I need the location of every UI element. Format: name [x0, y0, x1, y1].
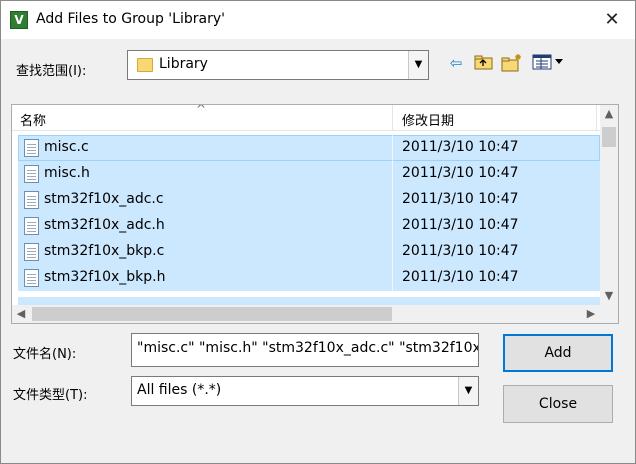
file-date: 2011/3/10 10:47 [402, 165, 519, 181]
file-list[interactable]: ^ 名称 修改日期 misc.c 2011/3/10 10:47 misc.h … [11, 104, 619, 324]
scroll-down-icon[interactable]: ▼ [600, 287, 618, 305]
row-divider [392, 135, 393, 161]
file-date: 2011/3/10 10:47 [402, 269, 519, 285]
look-in-label: 查找范围(I): [16, 64, 87, 79]
column-header-modified[interactable]: 修改日期 [402, 110, 454, 129]
scroll-left-icon[interactable]: ◀ [12, 305, 30, 323]
file-icon [24, 191, 39, 209]
filename-value: "misc.c" "misc.h" "stm32f10x_adc.c" "stm… [137, 340, 478, 356]
horizontal-scrollbar[interactable]: ◀ ▶ [12, 305, 600, 323]
chevron-down-icon[interactable]: ▼ [408, 51, 428, 79]
row-divider [392, 213, 393, 239]
file-name: stm32f10x_adc.c [44, 191, 164, 207]
vertical-scrollbar[interactable]: ▲ ▼ [600, 105, 618, 305]
table-row[interactable]: misc.c 2011/3/10 10:47 [18, 135, 600, 161]
filetype-value: All files (*.*) [137, 382, 222, 398]
title-bar: V Add Files to Group 'Library' ✕ [1, 1, 635, 39]
vertical-scroll-thumb[interactable] [602, 127, 616, 147]
scrollbar-corner [600, 305, 618, 323]
filename-input[interactable]: "misc.c" "misc.h" "stm32f10x_adc.c" "stm… [131, 333, 479, 367]
file-icon [24, 243, 39, 261]
table-row[interactable]: stm32f10x_bkp.h 2011/3/10 10:47 [18, 265, 600, 291]
file-date: 2011/3/10 10:47 [402, 243, 519, 259]
keil-app-icon: V [10, 11, 28, 29]
file-date: 2011/3/10 10:47 [402, 139, 519, 155]
up-folder-icon[interactable] [473, 53, 495, 73]
file-icon [24, 139, 39, 157]
file-name: stm32f10x_bkp.c [44, 243, 165, 259]
look-in-value: Library [159, 56, 208, 72]
close-window-button[interactable]: ✕ [597, 8, 627, 32]
file-date: 2011/3/10 10:47 [402, 191, 519, 207]
chevron-down-icon[interactable]: ▼ [458, 377, 478, 405]
column-separator[interactable] [596, 105, 597, 131]
row-divider [392, 161, 393, 187]
table-row[interactable]: stm32f10x_bkp.c 2011/3/10 10:47 [18, 239, 600, 265]
look-in-dropdown[interactable]: Library ▼ [127, 50, 429, 80]
file-name: misc.c [44, 139, 89, 155]
column-separator[interactable] [392, 105, 393, 131]
file-list-header: ^ 名称 修改日期 [12, 105, 600, 131]
file-icon [24, 269, 39, 287]
add-files-dialog: V Add Files to Group 'Library' ✕ 查找范围(I)… [0, 0, 636, 464]
scroll-right-icon[interactable]: ▶ [582, 305, 600, 323]
filename-label: 文件名(N): [13, 347, 77, 362]
window-title: Add Files to Group 'Library' [36, 11, 225, 27]
file-date: 2011/3/10 10:47 [402, 217, 519, 233]
file-icon [24, 165, 39, 183]
filetype-dropdown[interactable]: All files (*.*) ▼ [131, 376, 479, 406]
folder-icon [137, 58, 153, 72]
close-button[interactable]: Close [503, 385, 613, 423]
scroll-up-icon[interactable]: ▲ [600, 105, 618, 123]
table-row[interactable]: stm32f10x_adc.h 2011/3/10 10:47 [18, 213, 600, 239]
table-row[interactable]: misc.h 2011/3/10 10:47 [18, 161, 600, 187]
file-icon [24, 217, 39, 235]
row-divider [392, 265, 393, 291]
horizontal-scroll-thumb[interactable] [32, 307, 392, 321]
filetype-label: 文件类型(T): [13, 388, 88, 403]
column-header-name[interactable]: 名称 [20, 110, 46, 129]
file-name: stm32f10x_bkp.h [44, 269, 166, 285]
view-menu-icon[interactable] [531, 53, 567, 73]
row-divider [392, 187, 393, 213]
add-button[interactable]: Add [503, 334, 613, 372]
file-name: misc.h [44, 165, 90, 181]
row-divider [392, 239, 393, 265]
sort-ascending-icon: ^ [196, 104, 207, 116]
back-arrow-icon[interactable]: ⇦ [445, 53, 467, 73]
new-folder-icon[interactable] [501, 53, 523, 73]
table-row[interactable]: stm32f10x_adc.c 2011/3/10 10:47 [18, 187, 600, 213]
table-row-partial[interactable] [18, 297, 600, 305]
file-name: stm32f10x_adc.h [44, 217, 165, 233]
